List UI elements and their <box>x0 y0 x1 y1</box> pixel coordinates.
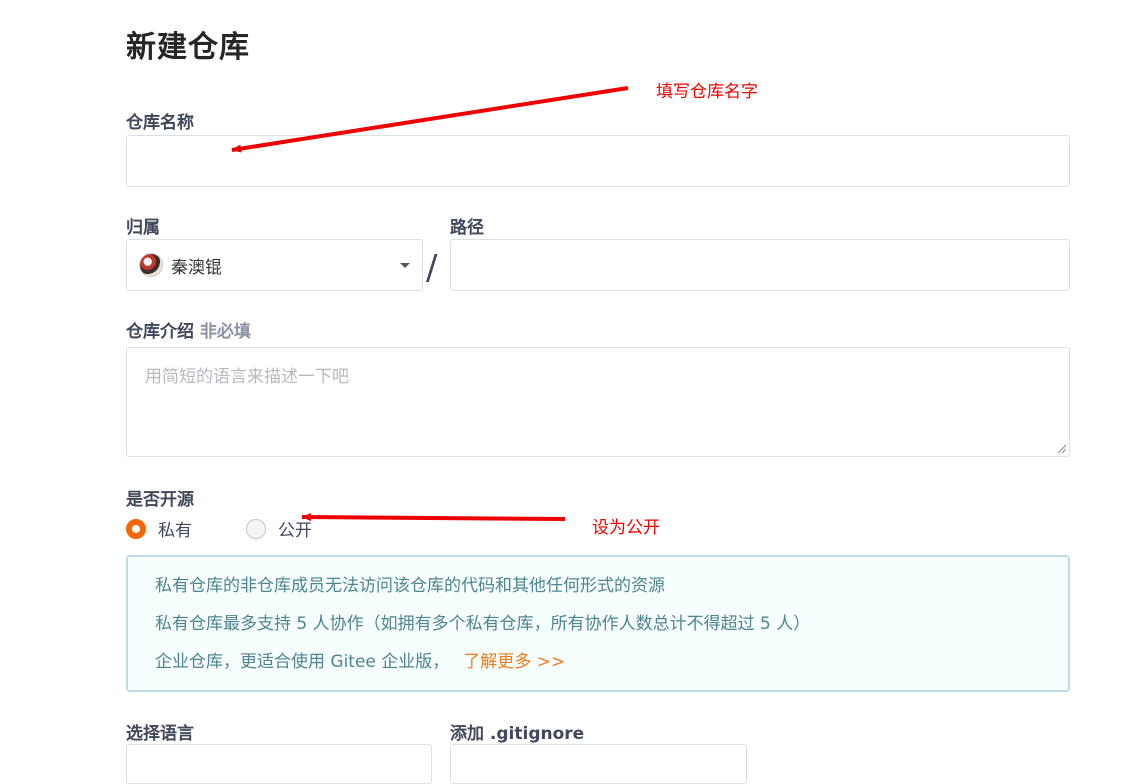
annotation-arrows <box>231 86 629 522</box>
public-arrow <box>301 513 566 522</box>
name-annotation: 填写仓库名字 <box>656 82 758 102</box>
name-arrow <box>231 86 629 153</box>
public-annotation: 设为公开 <box>592 518 660 538</box>
